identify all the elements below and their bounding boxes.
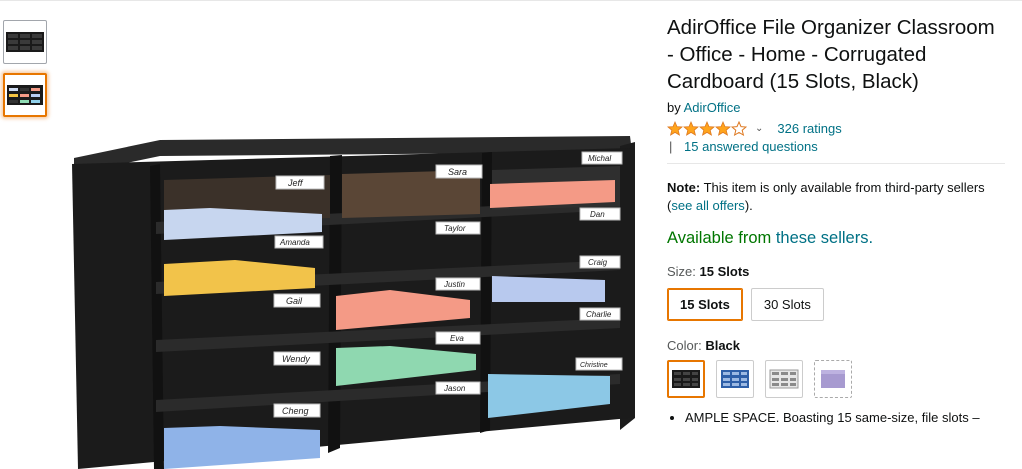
label-michal: Michal [581,151,623,165]
svg-text:Christine: Christine [580,362,608,369]
main-product-image[interactable]: Jeff Sara Michal Amanda Taylor Dan Gail … [60,118,640,469]
color-swatch-black[interactable] [667,360,705,398]
label-eva: Eva [435,331,481,345]
star-full-icon [699,120,715,136]
qa-separator: | [669,139,673,154]
color-selected-value: Black [705,338,741,353]
top-divider [0,0,1022,1]
size-option-30-slots[interactable]: 30 Slots [750,288,824,321]
size-options: 15 Slots 30 Slots [667,288,1007,321]
color-label-prefix: Color: [667,338,702,353]
svg-text:Taylor: Taylor [444,224,466,233]
svg-text:Craig: Craig [588,258,608,267]
product-info-panel: AdirOffice File Organizer Classroom - Of… [667,14,1007,425]
thumbnail-1-image [6,32,44,52]
by-prefix: by [667,100,681,115]
svg-text:Gail: Gail [286,296,303,306]
size-option-15-slots[interactable]: 15 Slots [667,288,743,321]
label-jeff: Jeff [275,175,325,190]
svg-text:Cheng: Cheng [282,406,309,416]
color-swatch-blue[interactable] [716,360,754,398]
label-sara: Sara [435,164,483,179]
size-label: Size: 15 Slots [667,264,1007,279]
ratings-count-link[interactable]: 326 ratings [777,121,841,136]
svg-text:Amanda: Amanda [279,238,310,247]
svg-text:Justin: Justin [443,280,465,289]
label-christine: Christine [575,357,623,371]
star-full-icon [667,120,683,136]
file-organizer-illustration: Jeff Sara Michal Amanda Taylor Dan Gail … [72,136,635,469]
thumbnail-2[interactable] [3,73,47,117]
these-sellers-link[interactable]: these sellers. [776,229,873,247]
brand-link[interactable]: AdirOffice [684,100,741,115]
color-label: Color: Black [667,338,1007,353]
label-gail: Gail [273,293,321,308]
note-end: ). [744,198,753,213]
label-jason: Jason [435,381,481,395]
availability-note: Note: This item is only available from t… [667,179,1007,215]
feature-bullet-1: AMPLE SPACE. Boasting 15 same-size, file… [685,410,1007,425]
thumbnail-1[interactable] [3,20,47,64]
label-charlie: Charlie [579,307,621,321]
byline: by AdirOffice [667,100,1007,115]
svg-text:Jeff: Jeff [287,178,304,188]
color-swatches [667,360,1007,398]
availability-status: Available from these sellers. [667,229,1007,248]
star-empty-icon [731,120,747,136]
label-cheng: Cheng [273,403,321,418]
feature-bullets: AMPLE SPACE. Boasting 15 same-size, file… [667,410,1007,425]
size-selected-value: 15 Slots [699,264,750,279]
star-full-icon [715,120,731,136]
blue-organizer-icon [721,370,749,388]
qa-row: | 15 answered questions [667,139,1007,154]
note-label: Note: [667,180,701,195]
star-rating[interactable] [667,120,747,136]
chevron-down-icon[interactable]: ⌄ [755,123,763,134]
see-all-offers-link[interactable]: see all offers [671,198,744,213]
label-wendy: Wendy [273,351,321,366]
star-full-icon [683,120,699,136]
svg-text:Wendy: Wendy [282,354,310,364]
black-organizer-icon [672,370,700,388]
label-justin: Justin [435,277,481,291]
thumbnail-strip [3,20,47,126]
color-swatch-lavender[interactable] [814,360,852,398]
lavender-box-icon [821,370,845,388]
svg-text:Eva: Eva [450,334,464,343]
svg-text:Sara: Sara [448,167,467,177]
svg-text:Dan: Dan [590,210,605,219]
label-craig: Craig [579,255,621,269]
availability-prefix: Available from [667,229,772,247]
thumbnail-2-image [7,85,43,105]
rating-row: ⌄ 326 ratings [667,119,1007,137]
label-amanda: Amanda [274,235,324,249]
white-organizer-icon [769,369,799,389]
section-divider [667,163,1005,164]
product-title: AdirOffice File Organizer Classroom - Of… [667,16,995,93]
size-label-prefix: Size: [667,264,696,279]
label-dan: Dan [579,207,621,221]
svg-text:Jason: Jason [443,384,466,393]
svg-text:Charlie: Charlie [586,310,612,319]
color-swatch-white[interactable] [765,360,803,398]
label-taylor: Taylor [435,221,481,235]
svg-text:Michal: Michal [588,154,611,163]
answered-questions-link[interactable]: 15 answered questions [684,139,818,154]
